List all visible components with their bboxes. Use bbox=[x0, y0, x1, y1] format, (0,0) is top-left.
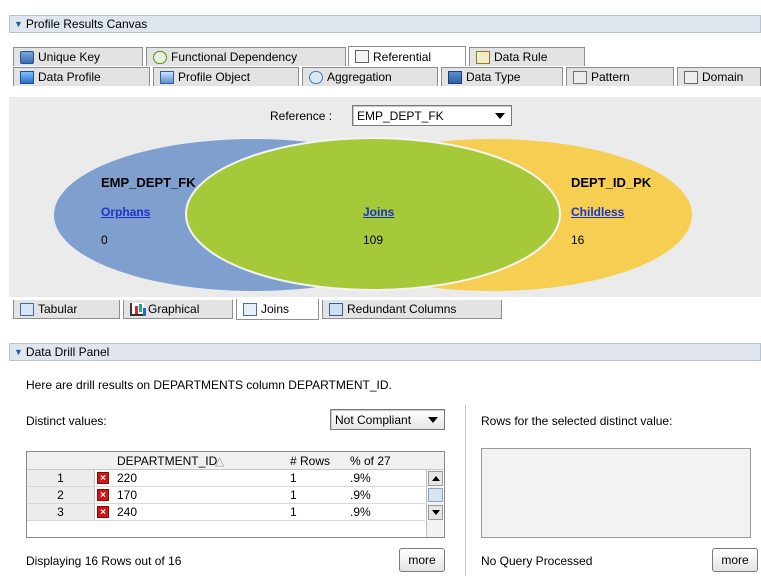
row-number: 2 bbox=[27, 487, 95, 503]
row-number: 3 bbox=[27, 504, 95, 520]
childless-link[interactable]: Childless bbox=[571, 205, 624, 219]
department-id-cell: 170 bbox=[117, 488, 138, 502]
data-drill-panel-title: Data Drill Panel bbox=[25, 345, 110, 359]
orphans-value: 0 bbox=[101, 233, 108, 247]
column-header-percent[interactable]: % of 27 bbox=[350, 453, 391, 469]
not-compliant-icon: × bbox=[97, 472, 109, 484]
compliance-filter-value: Not Compliant bbox=[335, 412, 412, 427]
joins-icon bbox=[243, 302, 257, 316]
table-header: DEPARTMENT_ID △ # Rows % of 27 bbox=[27, 452, 444, 470]
joins-link[interactable]: Joins bbox=[363, 205, 394, 219]
table-scrollbar[interactable] bbox=[426, 470, 443, 537]
bar-chart-icon bbox=[130, 302, 144, 316]
selected-value-rows-area bbox=[481, 448, 751, 538]
table-icon bbox=[20, 302, 34, 316]
tab-redundant-columns[interactable]: Redundant Columns bbox=[322, 300, 502, 319]
venn-left-title: EMP_DEPT_FK bbox=[101, 175, 196, 190]
column-header-rows[interactable]: # Rows bbox=[290, 453, 330, 469]
scroll-down-arrow-icon[interactable] bbox=[428, 505, 443, 520]
not-compliant-icon: × bbox=[97, 506, 109, 518]
rows-displayed-status: Displaying 16 Rows out of 16 bbox=[26, 554, 182, 568]
joins-value: 109 bbox=[363, 233, 384, 247]
rows-for-selected-label: Rows for the selected distinct value: bbox=[481, 414, 673, 428]
row-number: 1 bbox=[27, 470, 95, 486]
tab-tabular[interactable]: Tabular bbox=[13, 300, 120, 319]
rows-cell: 1 bbox=[290, 505, 297, 519]
department-id-cell: 240 bbox=[117, 505, 138, 519]
percent-cell: .9% bbox=[350, 488, 371, 502]
rows-cell: 1 bbox=[290, 471, 297, 485]
tab-graphical[interactable]: Graphical bbox=[123, 300, 233, 319]
table-row[interactable]: 2 × 170 1 .9% bbox=[27, 487, 425, 504]
drill-description: Here are drill results on DEPARTMENTS co… bbox=[26, 378, 392, 392]
compliance-filter-select[interactable]: Not Compliant bbox=[330, 409, 445, 430]
panel-separator bbox=[465, 405, 466, 576]
distinct-values-label: Distinct values: bbox=[26, 414, 107, 428]
venn-right-title: DEPT_ID_PK bbox=[571, 175, 652, 190]
redundant-columns-icon bbox=[329, 302, 343, 316]
table-row[interactable]: 1 × 220 1 .9% bbox=[27, 470, 425, 487]
column-header-department-id[interactable]: DEPARTMENT_ID bbox=[117, 453, 217, 469]
percent-cell: .9% bbox=[350, 505, 371, 519]
tab-joins[interactable]: Joins bbox=[236, 299, 319, 320]
childless-value: 16 bbox=[571, 233, 585, 247]
orphans-link[interactable]: Orphans bbox=[101, 205, 150, 219]
query-status: No Query Processed bbox=[481, 554, 593, 568]
scroll-up-arrow-icon[interactable] bbox=[428, 471, 443, 486]
chevron-down-icon bbox=[428, 417, 438, 423]
data-drill-panel-header[interactable]: ▼ Data Drill Panel bbox=[9, 343, 761, 361]
more-button-right[interactable]: more bbox=[712, 548, 758, 572]
sort-ascending-icon[interactable]: △ bbox=[215, 453, 224, 469]
distinct-values-table[interactable]: DEPARTMENT_ID △ # Rows % of 27 1 × 220 1… bbox=[26, 451, 445, 538]
percent-cell: .9% bbox=[350, 471, 371, 485]
rows-cell: 1 bbox=[290, 488, 297, 502]
more-button-left[interactable]: more bbox=[399, 548, 445, 572]
table-row[interactable]: 3 × 240 1 .9% bbox=[27, 504, 425, 521]
department-id-cell: 220 bbox=[117, 471, 138, 485]
not-compliant-icon: × bbox=[97, 489, 109, 501]
collapse-triangle-icon[interactable]: ▼ bbox=[14, 347, 23, 357]
scroll-thumb[interactable] bbox=[428, 488, 443, 502]
